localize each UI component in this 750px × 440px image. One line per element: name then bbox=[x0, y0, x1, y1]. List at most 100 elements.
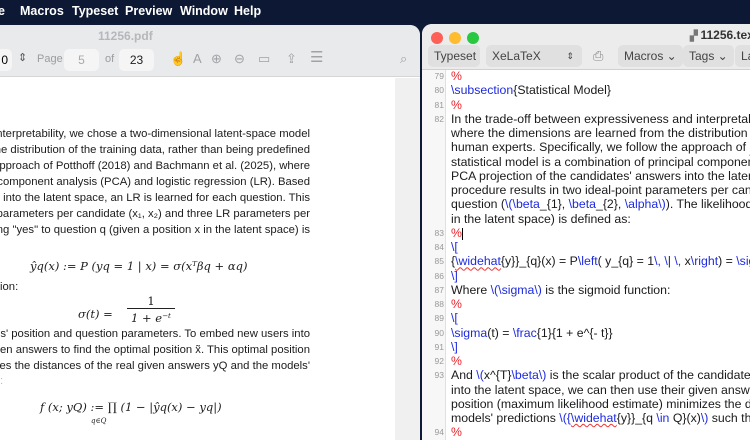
text-token: And bbox=[451, 368, 477, 383]
text-token: position (maximum likelihood estimate) m… bbox=[451, 396, 750, 411]
command-token: \sigma bbox=[736, 254, 750, 269]
page-number-input[interactable]: 5 bbox=[64, 49, 99, 71]
command-token: \[ bbox=[451, 311, 458, 326]
command-token: \left bbox=[577, 254, 598, 269]
line-content: \] bbox=[451, 339, 458, 354]
pdf-text-line: y, we follow the approach of Potthoff (2… bbox=[0, 160, 310, 172]
source-editor[interactable]: 79% 80 \subsection{Statistical Model} 81% 82… bbox=[422, 70, 750, 440]
line-number: 84 bbox=[434, 242, 444, 252]
print-icon[interactable]: ⎙ bbox=[593, 48, 603, 64]
line-content: PCA projection of the candidates' answer… bbox=[451, 168, 750, 183]
zoom-button[interactable] bbox=[467, 32, 479, 44]
menu-window[interactable]: Window bbox=[180, 4, 228, 18]
zoom-stepper[interactable]: ⇕ bbox=[18, 51, 27, 64]
labels-menu-button[interactable]: La bbox=[735, 45, 750, 67]
command-token: \frac bbox=[512, 325, 537, 340]
line-content: Where \(\sigma\) is the sigmoid function… bbox=[451, 282, 671, 297]
line-content: % bbox=[451, 426, 462, 439]
line-content: \[ bbox=[451, 241, 458, 254]
line-number: 85 bbox=[434, 256, 444, 267]
select-chevron-icon: ⇕ bbox=[566, 51, 574, 61]
text-token: into the latent space, we can then use t… bbox=[451, 382, 750, 397]
line-number: 80 bbox=[434, 85, 444, 96]
text-token: ). The likelihood of an bbox=[665, 197, 750, 212]
layout-icon[interactable]: ☰ bbox=[310, 48, 323, 66]
command-token: \alpha\) bbox=[624, 197, 666, 212]
text-token: question ( bbox=[451, 197, 506, 212]
pdf-preview-window: 11256.pdf 0 ⇕ Page 5 of 23 ☝ A ⊕ ⊖ ▭ ⇪ ☰… bbox=[0, 25, 420, 440]
line-content: in the latent space) is defined as: bbox=[451, 211, 631, 226]
menu-preview[interactable]: Preview bbox=[125, 4, 172, 18]
menu-file[interactable]: e bbox=[0, 4, 5, 18]
share-icon[interactable]: ⇪ bbox=[286, 51, 297, 67]
line-content: {\widehat{y}}_{q}(x) = P\left( y_{q} = 1… bbox=[451, 255, 750, 268]
command-token: \subsection bbox=[451, 83, 514, 98]
equation-sigmoid-lhs: σ(t) = bbox=[78, 307, 113, 321]
command-token: \beta\) bbox=[511, 368, 547, 383]
line-number: 87 bbox=[434, 284, 444, 295]
typeset-button[interactable]: Typeset bbox=[428, 45, 480, 67]
text-token: (t) = bbox=[487, 325, 513, 340]
line-content: In the trade-off between expressiveness … bbox=[451, 112, 750, 126]
line-content: \sigma(t) = \frac{1}{1 + e^{- t}} bbox=[451, 325, 613, 340]
pdf-text-line: arned from the distribution of the train… bbox=[0, 144, 310, 156]
search-icon[interactable]: ⌕ bbox=[400, 51, 407, 67]
zoom-field[interactable]: 0 bbox=[0, 49, 12, 71]
command-token: \] bbox=[451, 268, 458, 283]
command-token: \right bbox=[690, 254, 719, 269]
pdf-text-line: two ideal-point parameters per candidate… bbox=[0, 208, 310, 220]
page-label: Page bbox=[37, 53, 63, 65]
menu-help[interactable]: Help bbox=[234, 4, 261, 18]
command-token: \sigma bbox=[451, 325, 488, 340]
zoom-out-icon[interactable]: ⊖ bbox=[234, 51, 245, 67]
macros-menu-button[interactable]: Macros ⌄ bbox=[618, 45, 683, 67]
command-token: \, \ bbox=[654, 254, 668, 269]
text-token: {1}{1 + e^{- t}} bbox=[536, 325, 613, 340]
line-number: 92 bbox=[434, 356, 444, 366]
comment-token: % bbox=[451, 225, 462, 240]
line-content: question (\(\beta_{1}, \beta_{2}, \alpha… bbox=[451, 198, 750, 211]
scroll-tool-icon[interactable]: ☝ bbox=[170, 51, 186, 67]
select-tool-icon[interactable]: ▭ bbox=[258, 51, 270, 67]
pdf-text-line: ressiveness and interpretability, we cho… bbox=[0, 128, 310, 140]
command-token: \[ bbox=[451, 240, 458, 254]
line-content: where the dimensions are learned from th… bbox=[451, 127, 750, 140]
pdf-text-line: of the candidates' position and question… bbox=[0, 328, 310, 340]
tex-editor-window: ▞ 11256.tex Typeset XeLaTeX ⇕ ⎙ Macros ⌄ … bbox=[422, 24, 750, 440]
text-token: is the sigmoid function: bbox=[541, 282, 671, 297]
pdf-text-line: didates' answers into the latent space, … bbox=[0, 192, 310, 204]
minimize-button[interactable] bbox=[449, 32, 461, 44]
text-token: ) = bbox=[718, 254, 737, 269]
text-token: PCA projection of the candidates' answer… bbox=[451, 168, 750, 183]
line-content: % bbox=[451, 225, 464, 240]
line-content: statistical model is a combination of pr… bbox=[451, 154, 750, 169]
comment-token: % bbox=[451, 425, 462, 440]
equation-objective: f (x; yQ) := ∏ (1 − |ŷq(x) − yq|) bbox=[40, 400, 222, 414]
equation-objective-subscript: q∈Q bbox=[91, 417, 107, 425]
pdf-text-line: bination of principal component analysis… bbox=[0, 176, 310, 188]
menu-macros[interactable]: Macros bbox=[20, 4, 64, 18]
command-token: \] bbox=[451, 339, 458, 354]
zoom-in-icon[interactable]: ⊕ bbox=[211, 51, 222, 67]
engine-select[interactable]: XeLaTeX ⇕ bbox=[486, 45, 582, 67]
line-content: \subsection{Statistical Model} bbox=[451, 84, 611, 97]
line-content: And \(x^{T}\beta\) is the scalar product… bbox=[451, 369, 750, 382]
text-cursor bbox=[461, 227, 464, 240]
line-number: 94 bbox=[434, 427, 444, 438]
tex-window-title: ▞ 11256.tex bbox=[690, 28, 750, 42]
page-total: 23 bbox=[119, 49, 154, 71]
tags-menu-button[interactable]: Tags ⌄ bbox=[683, 45, 734, 67]
engine-value: XeLaTeX bbox=[492, 49, 541, 63]
text-tool-icon[interactable]: A bbox=[193, 51, 202, 66]
comment-token: % bbox=[451, 354, 462, 368]
menu-typeset[interactable]: Typeset bbox=[72, 4, 118, 18]
comment-token: % bbox=[451, 69, 462, 83]
text-token: in the latent space) is defined as: bbox=[451, 211, 631, 226]
line-number: 91 bbox=[434, 341, 444, 352]
close-button[interactable] bbox=[431, 32, 443, 44]
command-token: \({ bbox=[559, 411, 571, 425]
text-token: statistical model is a combination of pr… bbox=[451, 154, 750, 169]
text-token: such that: bbox=[711, 411, 750, 425]
equation-sigmoid-numerator: 1 bbox=[127, 294, 175, 309]
text-token: x bbox=[681, 254, 691, 269]
